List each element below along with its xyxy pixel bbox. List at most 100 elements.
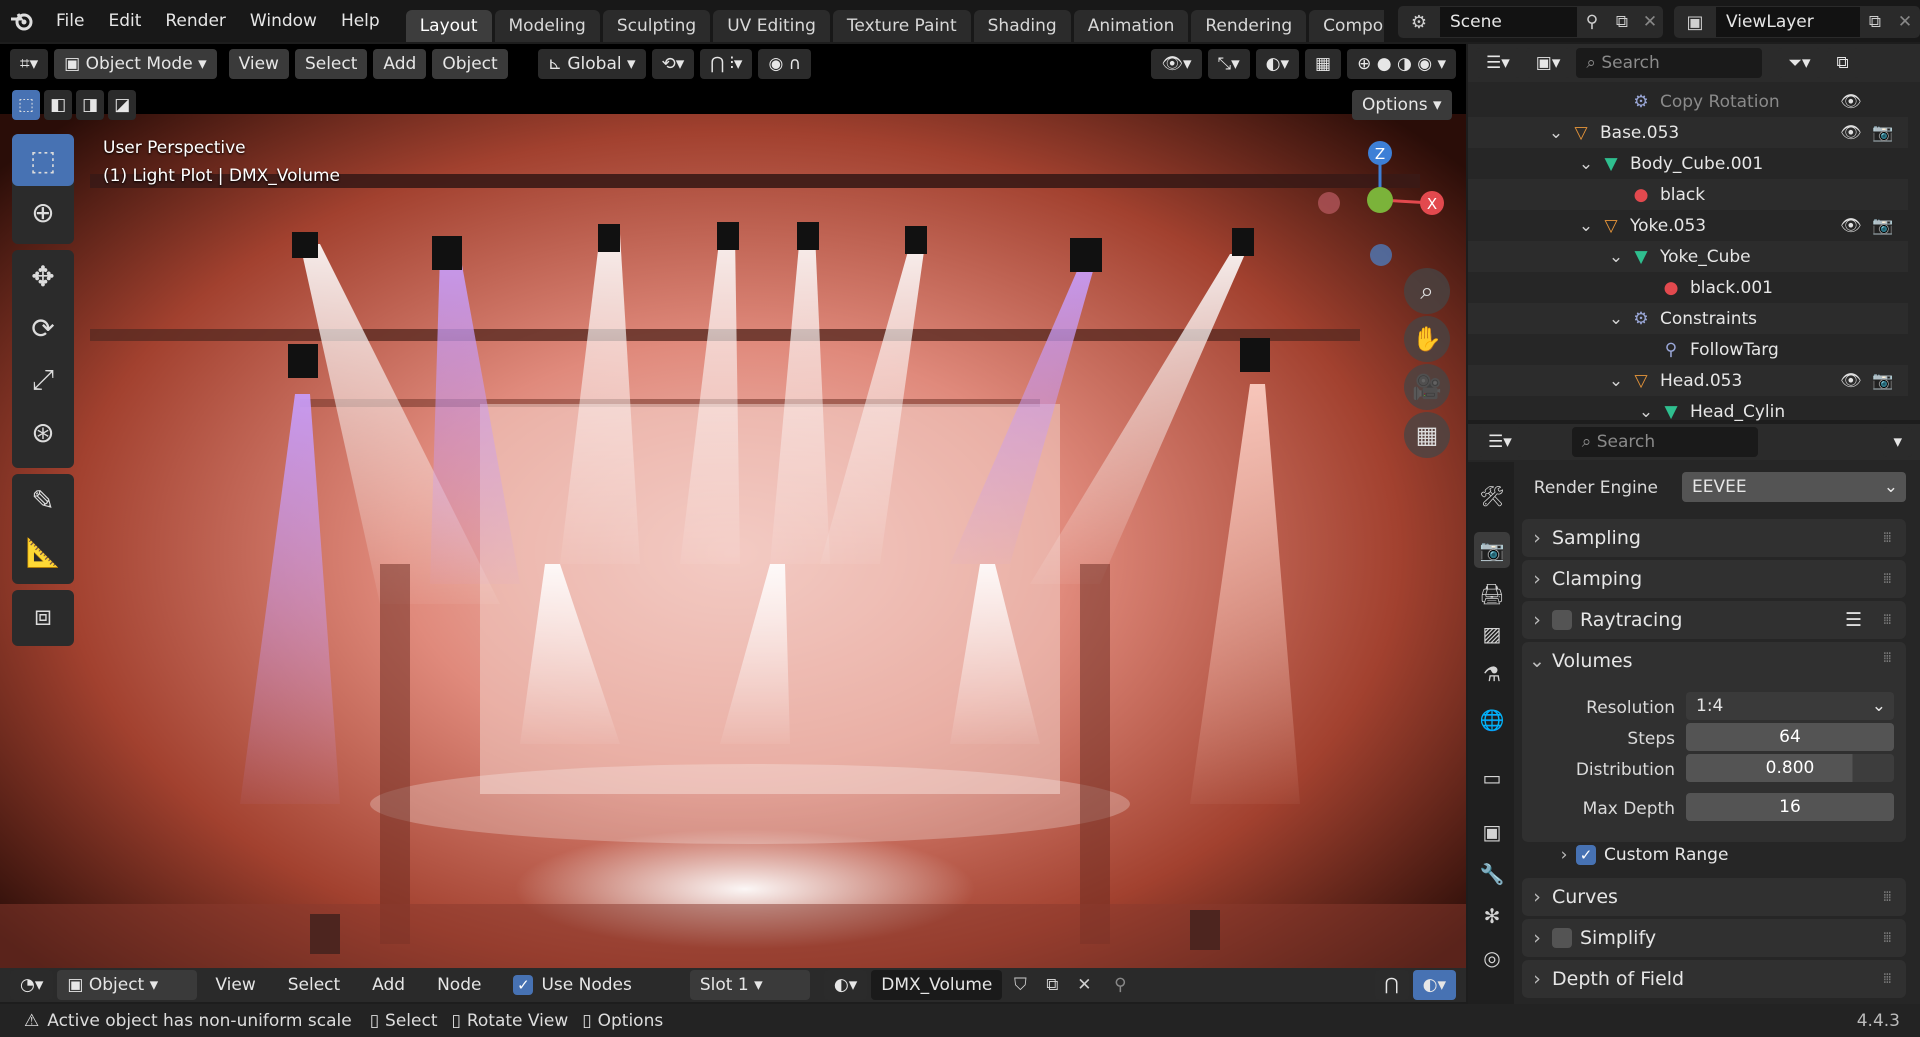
- view-menu[interactable]: View: [228, 49, 289, 79]
- display-mode-icon[interactable]: ▣▾: [1525, 48, 1571, 78]
- blender-logo-icon[interactable]: [0, 0, 44, 42]
- menu-render[interactable]: Render: [153, 0, 238, 42]
- drag-handle-icon[interactable]: ⁞⁞⁞: [1883, 530, 1892, 546]
- output-tab-icon[interactable]: 🖨: [1474, 576, 1510, 612]
- use-nodes-toggle[interactable]: ✓ Use Nodes: [499, 975, 645, 995]
- xray-icon[interactable]: ▦: [1305, 49, 1342, 79]
- custom-range-checkbox[interactable]: ✓: [1576, 845, 1596, 865]
- drag-handle-icon[interactable]: ⁞⁞⁞: [1883, 571, 1892, 587]
- properties-options-icon[interactable]: ▾: [1883, 427, 1912, 457]
- panel-curves[interactable]: › Curves ⁞⁞⁞: [1522, 878, 1906, 916]
- cursor-icon[interactable]: ⊕: [12, 186, 74, 238]
- menu-help[interactable]: Help: [329, 0, 392, 42]
- drag-handle-icon[interactable]: ⁞⁞⁞: [1883, 612, 1892, 628]
- material-name-field[interactable]: DMX_Volume: [871, 970, 1003, 1000]
- overlays-icon[interactable]: ◐▾: [1412, 970, 1456, 1000]
- render-camera-icon[interactable]: 📷: [1872, 216, 1893, 236]
- camera-view-icon[interactable]: 🎥: [1404, 364, 1450, 410]
- use-nodes-checkbox[interactable]: ✓: [513, 975, 534, 995]
- raytracing-checkbox[interactable]: [1552, 610, 1572, 630]
- new-view-layer-icon[interactable]: ⧉: [1860, 12, 1890, 32]
- view-layer-selector[interactable]: ▣ ViewLayer ⧉ ✕: [1674, 6, 1920, 38]
- drag-handle-icon[interactable]: ⁞⁞⁞: [1883, 971, 1892, 987]
- outliner-row[interactable]: ⌄ ▽ Base.053 👁 📷: [1468, 117, 1908, 148]
- ortho-grid-icon[interactable]: ▦: [1404, 412, 1450, 458]
- visibility-eye-icon[interactable]: 👁: [1840, 216, 1862, 236]
- visibility-eye-icon[interactable]: 👁: [1840, 371, 1862, 391]
- material-browse-icon[interactable]: ◐▾: [823, 970, 868, 1000]
- panel-depth-of-field[interactable]: › Depth of Field ⁞⁞⁞: [1522, 960, 1906, 998]
- panel-sampling[interactable]: › Sampling ⁞⁞⁞: [1522, 519, 1906, 557]
- annotate-icon[interactable]: ✎: [12, 474, 74, 526]
- scale-icon[interactable]: ⤢: [12, 354, 74, 406]
- mode-select[interactable]: ▣ Object Mode ▾: [54, 49, 217, 79]
- list-icon[interactable]: ☰: [1845, 609, 1862, 631]
- snap-icon[interactable]: ⋂: [1374, 970, 1409, 1000]
- drag-handle-icon[interactable]: ⁞⁞⁞: [1883, 930, 1892, 946]
- expand-toggle-icon[interactable]: ⌄: [1574, 216, 1598, 236]
- tab-animation[interactable]: Animation: [1073, 10, 1189, 42]
- world-tab-icon[interactable]: 🌐: [1474, 702, 1510, 738]
- chevron-right-icon[interactable]: ›: [1552, 845, 1576, 865]
- properties-search[interactable]: ⌕ Search: [1571, 427, 1758, 457]
- gizmo-neg-x-axis[interactable]: [1318, 192, 1340, 214]
- expand-toggle-icon[interactable]: ⌄: [1604, 371, 1628, 391]
- visibility-eye-icon[interactable]: 👁: [1840, 92, 1862, 112]
- remove-view-layer-icon[interactable]: ✕: [1890, 12, 1920, 32]
- view-layer-name[interactable]: ViewLayer: [1716, 7, 1860, 37]
- outliner-row[interactable]: ⌄ ▽ Yoke.053 👁 📷: [1468, 210, 1908, 241]
- physics-tab-icon[interactable]: ◎: [1474, 940, 1510, 976]
- properties-editor-icon[interactable]: ☰▾: [1478, 427, 1522, 457]
- remove-scene-icon[interactable]: ✕: [1637, 12, 1663, 32]
- render-camera-icon[interactable]: 📷: [1872, 123, 1893, 143]
- tab-shading[interactable]: Shading: [973, 10, 1071, 42]
- outliner-row[interactable]: ⌄ ▼ Yoke_Cube: [1468, 241, 1908, 272]
- outliner-row[interactable]: ● black.001: [1468, 272, 1908, 303]
- add-menu[interactable]: Add: [373, 49, 427, 79]
- particles-tab-icon[interactable]: ✻: [1474, 898, 1510, 934]
- select-box-icon[interactable]: ⬚: [12, 134, 74, 186]
- expand-toggle-icon[interactable]: ⌄: [1574, 154, 1598, 174]
- menu-window[interactable]: Window: [238, 0, 329, 42]
- resolution-select[interactable]: 1:4 ⌄: [1686, 692, 1894, 720]
- tab-layout[interactable]: Layout: [405, 10, 492, 42]
- pin-icon[interactable]: ⚲: [1102, 975, 1138, 995]
- node-view-menu[interactable]: View: [201, 975, 269, 995]
- render-tab-icon[interactable]: 📷: [1474, 532, 1510, 568]
- select-new-icon[interactable]: ⬚: [12, 90, 41, 120]
- scene-tab-icon[interactable]: ⚗: [1474, 656, 1510, 692]
- expand-toggle-icon[interactable]: ⌄: [1634, 402, 1658, 422]
- outliner-row[interactable]: ⌄ ▽ Head.053 👁 📷: [1468, 365, 1908, 396]
- outliner-row[interactable]: ⌄ ▼ Body_Cube.001: [1468, 148, 1908, 179]
- filter-icon[interactable]: ⏷▾: [1778, 48, 1821, 78]
- rotate-icon[interactable]: ⟳: [12, 302, 74, 354]
- select-subtract-icon[interactable]: ◨: [76, 90, 105, 120]
- panel-simplify[interactable]: › Simplify ⁞⁞⁞: [1522, 919, 1906, 957]
- pin-icon[interactable]: ⚲: [1577, 12, 1607, 32]
- outliner-editor-icon[interactable]: ☰▾: [1476, 48, 1520, 78]
- editor-mode-select[interactable]: ▣ Object ▾: [57, 970, 198, 1000]
- scene-selector[interactable]: ⚙ Scene ⚲ ⧉ ✕: [1398, 6, 1663, 38]
- outliner-row[interactable]: ⌄ ⚙ Constraints: [1468, 303, 1908, 334]
- simplify-checkbox[interactable]: [1552, 928, 1572, 948]
- node-menu[interactable]: Node: [423, 975, 495, 995]
- node-select-menu[interactable]: Select: [274, 975, 354, 995]
- outliner-row[interactable]: ⚲ FollowTarg: [1468, 334, 1908, 365]
- tab-modeling[interactable]: Modeling: [494, 10, 600, 42]
- zoom-icon[interactable]: ⌕: [1404, 268, 1450, 314]
- move-icon[interactable]: ✥: [12, 250, 74, 302]
- scene-name[interactable]: Scene: [1440, 7, 1577, 37]
- proportional-edit-icon[interactable]: ◉ ∩: [758, 49, 812, 79]
- fake-user-icon[interactable]: ⛉: [1006, 975, 1034, 995]
- steps-field[interactable]: 64: [1686, 723, 1894, 751]
- distribution-slider[interactable]: 0.800: [1686, 754, 1894, 782]
- expand-toggle-icon[interactable]: ⌄: [1604, 309, 1628, 329]
- menu-edit[interactable]: Edit: [96, 0, 153, 42]
- overlays-icon[interactable]: ◐▾: [1255, 49, 1300, 79]
- node-add-menu[interactable]: Add: [358, 975, 419, 995]
- outliner-row[interactable]: ⌄ ▼ Head_Cylin: [1468, 396, 1908, 427]
- duplicate-material-icon[interactable]: ⧉: [1038, 975, 1066, 995]
- render-engine-select[interactable]: EEVEE ⌄: [1682, 472, 1906, 502]
- collection-tab-icon[interactable]: ▭: [1474, 760, 1510, 796]
- tab-compositing[interactable]: Composi: [1309, 10, 1384, 42]
